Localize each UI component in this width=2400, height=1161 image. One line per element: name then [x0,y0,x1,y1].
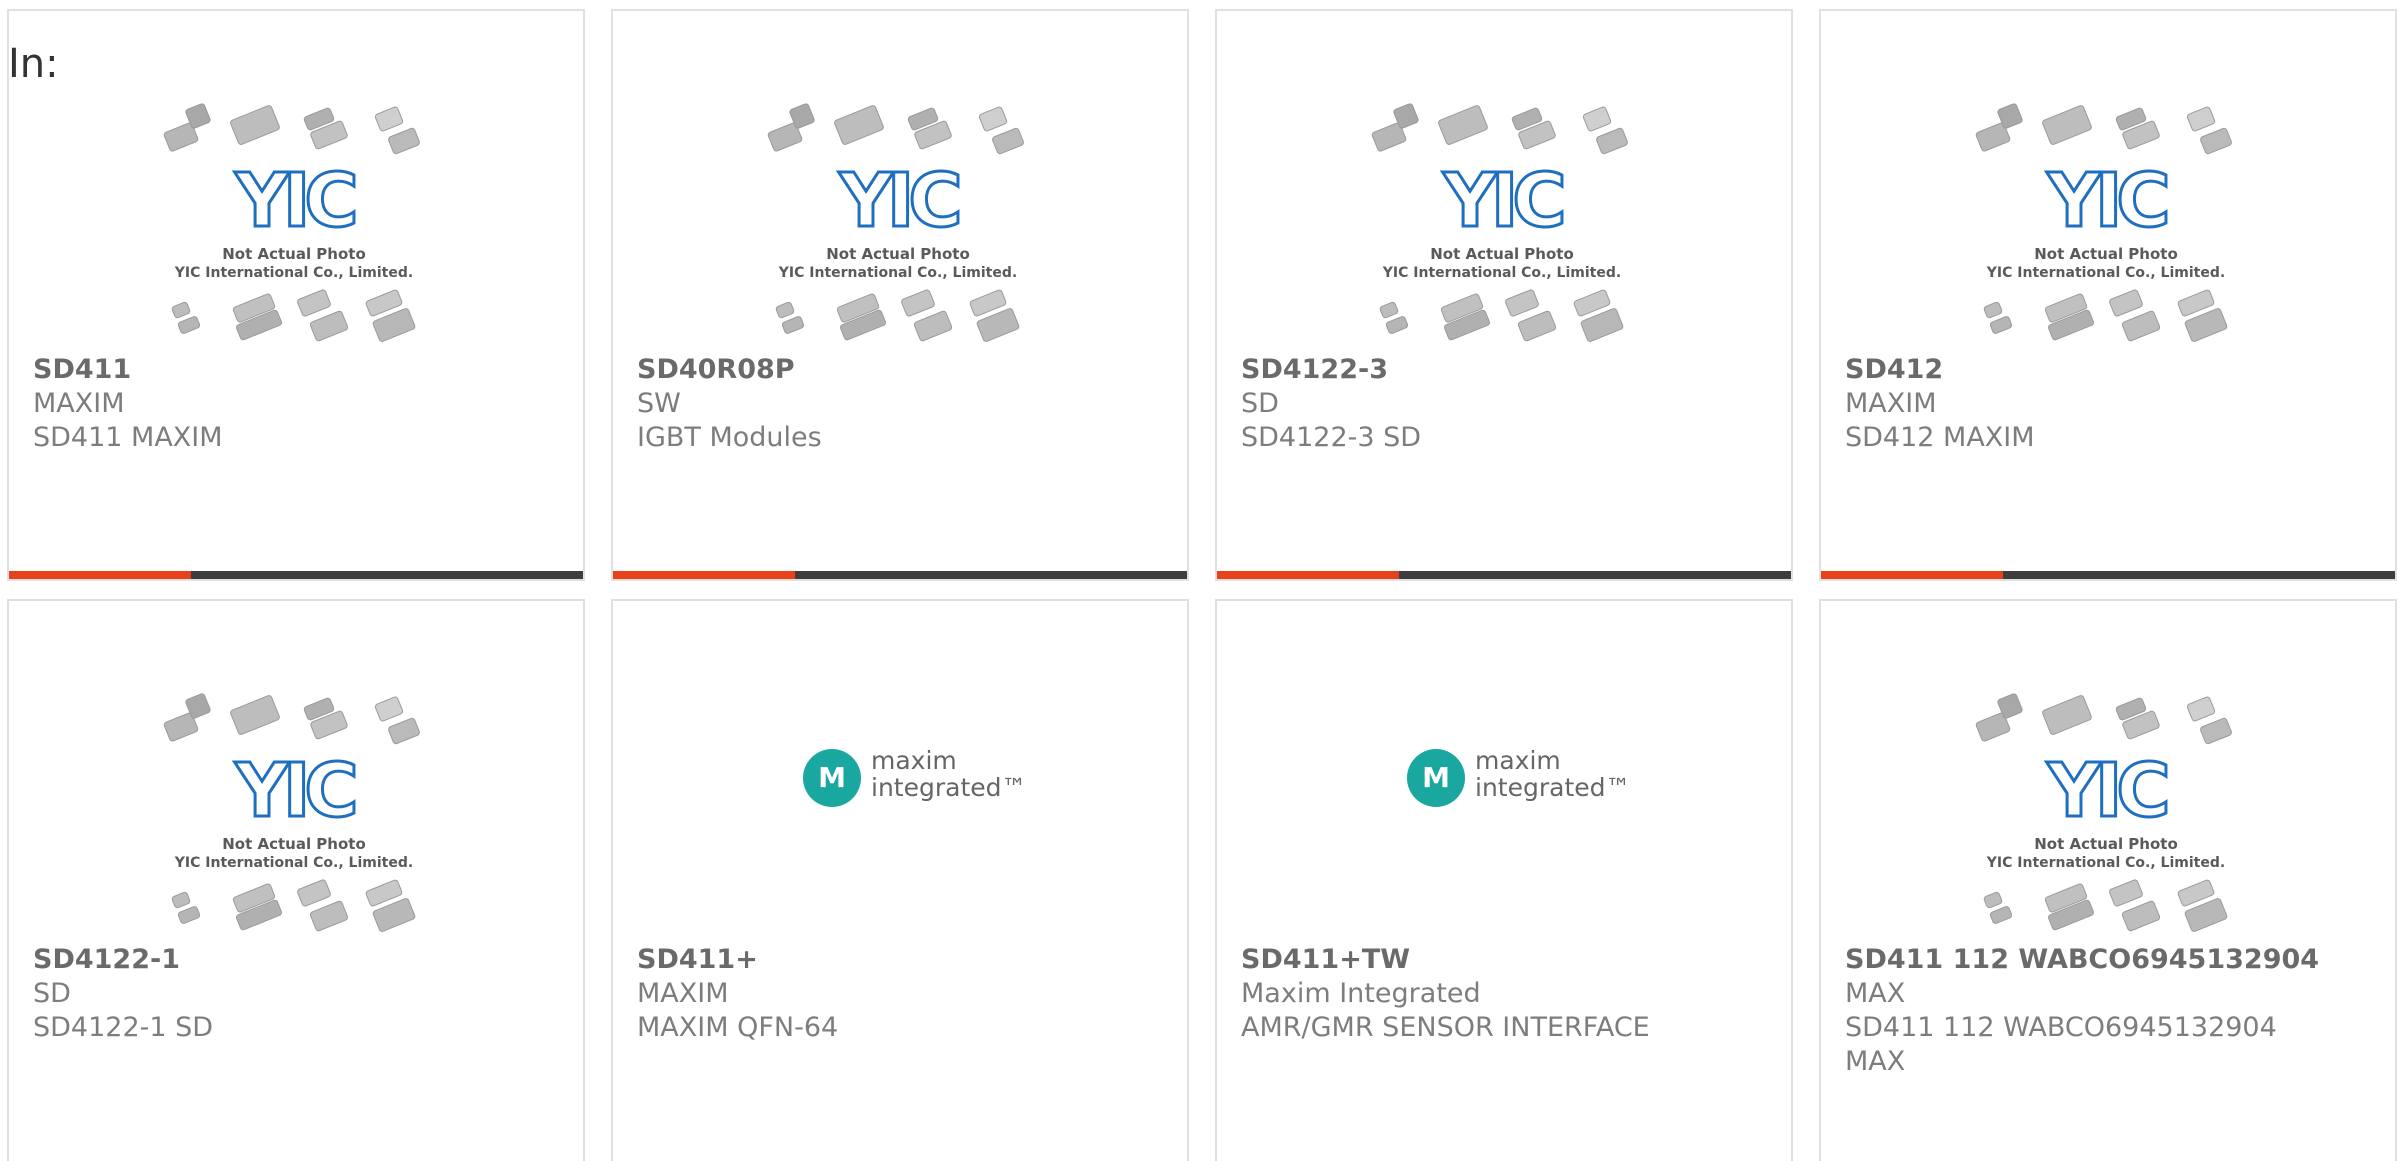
part-number[interactable]: SD411 [33,353,563,387]
card-accent-bar [613,571,795,579]
yic-logo: YIC [234,158,354,244]
card-footer-bar [1217,571,1791,579]
description: SD411 MAXIM [33,422,223,453]
product-card[interactable]: YIC Not Actual Photo YIC International Co.… [1215,9,1793,581]
manufacturer: MAX [1845,978,1906,1009]
company-text: YIC International Co., Limited. [174,855,413,871]
maxim-logo-line1: maxim [1475,746,1561,775]
manufacturer: SD [33,978,71,1009]
maxim-logo-mark: M [1407,749,1465,807]
maxim-logo-mark: M [803,749,861,807]
part-number[interactable]: SD411+TW [1241,943,1771,977]
product-info: SD4122-3 SD SD4122-3 SD [1241,353,1771,455]
manufacturer: MAXIM [637,978,729,1009]
manufacturer: MAXIM [33,388,125,419]
not-actual-photo-image: YIC Not Actual Photo YIC International Co.… [1367,103,1637,353]
description: MAXIM QFN-64 [637,1012,839,1043]
not-actual-photo-text: Not Actual Photo [1430,245,1574,263]
description: AMR/GMR SENSOR INTERFACE [1241,1012,1650,1043]
maxim-logo-line2: integrated™ [871,773,1027,802]
card-footer-bar [1821,571,2395,579]
maxim-integrated-logo: M maxim integrated™ [1407,743,1631,813]
part-number[interactable]: SD411 112 WABCO6945132904 [1845,943,2375,977]
not-actual-photo-image: YIC Not Actual Photo YIC International Co.… [159,103,429,353]
product-card[interactable]: YIC Not Actual Photo YIC International Co.… [1819,9,2397,581]
product-card[interactable]: YIC Not Actual Photo YIC International Co.… [1819,599,2397,1161]
product-info: SD411+ MAXIM MAXIM QFN-64 [637,943,1167,1045]
product-card[interactable]: YIC Not Actual Photo YIC International Co.… [7,9,585,581]
description: SD4122-1 SD [33,1012,214,1043]
manufacturer: SD [1241,388,1279,419]
yic-logo: YIC [234,748,354,834]
part-number[interactable]: SD40R08P [637,353,1167,387]
yic-logo: YIC [2046,158,2166,244]
description: SD412 MAXIM [1845,422,2035,453]
card-accent-bar [9,571,191,579]
product-info: SD4122-1 SD SD4122-1 SD [33,943,563,1045]
company-text: YIC International Co., Limited. [778,265,1017,281]
yic-logo: YIC [2046,748,2166,834]
product-info: SD40R08P SW IGBT Modules [637,353,1167,455]
maxim-logo-line2: integrated™ [1475,773,1631,802]
description: SD411 112 WABCO6945132904 [1845,1012,2277,1043]
not-actual-photo-text: Not Actual Photo [222,245,366,263]
in-label: In: [8,41,59,87]
description: SD4122-3 SD [1241,422,1422,453]
maxim-integrated-logo: M maxim integrated™ [803,743,1027,813]
not-actual-photo-text: Not Actual Photo [826,245,970,263]
product-card[interactable]: M maxim integrated™ SD411+ MAXIM MAXIM Q… [611,599,1189,1161]
product-info: SD411+TW Maxim Integrated AMR/GMR SENSOR… [1241,943,1771,1045]
part-number[interactable]: SD411+ [637,943,1167,977]
not-actual-photo-text: Not Actual Photo [2034,245,2178,263]
product-card[interactable]: YIC Not Actual Photo YIC International Co.… [611,9,1189,581]
product-info: SD411 112 WABCO6945132904 MAX SD411 112 … [1845,943,2375,1079]
card-accent-bar [1821,571,2003,579]
part-number[interactable]: SD4122-1 [33,943,563,977]
company-text: YIC International Co., Limited. [1986,265,2225,281]
manufacturer: Maxim Integrated [1241,978,1481,1009]
not-actual-photo-image: YIC Not Actual Photo YIC International Co.… [1971,103,2241,353]
card-footer-bar [9,571,583,579]
not-actual-photo-image: YIC Not Actual Photo YIC International Co.… [763,103,1033,353]
company-text: YIC International Co., Limited. [1382,265,1621,281]
not-actual-photo-text: Not Actual Photo [2034,835,2178,853]
product-card[interactable]: M maxim integrated™ SD411+TW Maxim Integ… [1215,599,1793,1161]
product-grid-page: In: YIC Not Actual Photo YIC International… [0,0,2400,1161]
yic-logo: YIC [1442,158,1562,244]
card-footer-bar [613,571,1187,579]
product-card[interactable]: YIC Not Actual Photo YIC International Co.… [7,599,585,1161]
not-actual-photo-image: YIC Not Actual Photo YIC International Co.… [1971,693,2241,943]
product-info: SD411 MAXIM SD411 MAXIM [33,353,563,455]
part-number[interactable]: SD4122-3 [1241,353,1771,387]
part-number[interactable]: SD412 [1845,353,2375,387]
product-info: SD412 MAXIM SD412 MAXIM [1845,353,2375,455]
manufacturer: SW [637,388,681,419]
company-text: YIC International Co., Limited. [174,265,413,281]
maxim-logo-line1: maxim [871,746,957,775]
manufacturer: MAXIM [1845,388,1937,419]
yic-logo: YIC [838,158,958,244]
company-text: YIC International Co., Limited. [1986,855,2225,871]
not-actual-photo-text: Not Actual Photo [222,835,366,853]
description-continued: MAX [1845,1046,1906,1077]
description: IGBT Modules [637,422,822,453]
not-actual-photo-image: YIC Not Actual Photo YIC International Co.… [159,693,429,943]
card-accent-bar [1217,571,1399,579]
